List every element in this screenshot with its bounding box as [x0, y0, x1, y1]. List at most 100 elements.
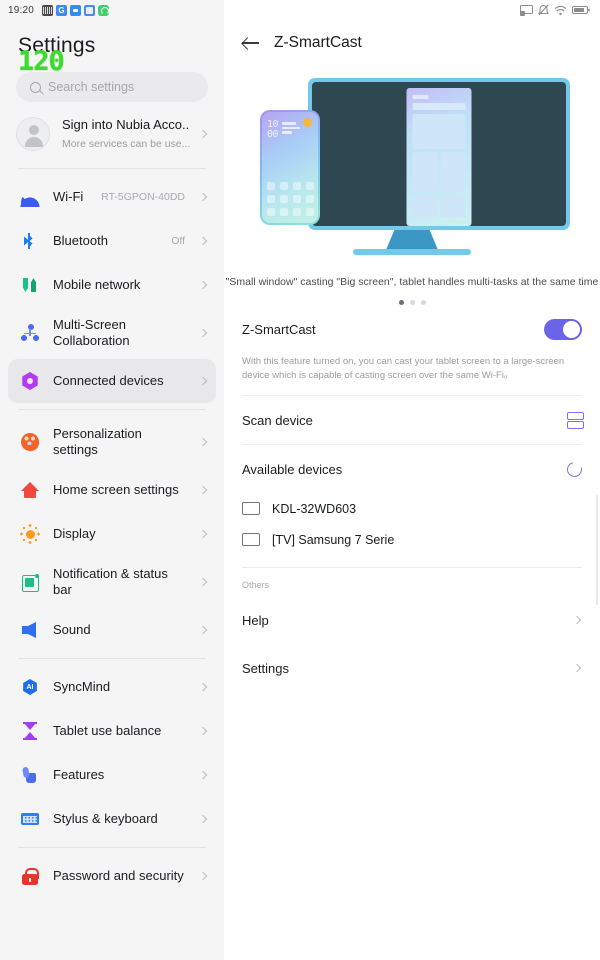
chevron-right-icon	[198, 726, 208, 736]
sidebar-item-label: Mobile network	[53, 277, 141, 292]
palette-icon	[20, 432, 40, 452]
phone-graphic: 10 00	[260, 110, 320, 225]
phone-app	[280, 208, 288, 216]
phone-accent-dot	[303, 118, 312, 127]
phone-line	[282, 131, 292, 134]
phone-clock: 10 00	[267, 119, 279, 140]
status-time: 19:20	[8, 4, 35, 16]
speaker-icon	[20, 620, 40, 640]
sidebar-item-label: Stylus & keyboard	[53, 811, 158, 826]
others-section-label: Others	[242, 580, 270, 590]
monitor-graphic	[308, 78, 570, 230]
sidebar-item-notification-status-bar[interactable]: Notification & status bar	[8, 556, 216, 608]
chevron-right-icon	[572, 615, 582, 625]
refresh-rate-overlay: 120	[18, 46, 65, 77]
account-text: Sign into Nubia Acco.. More services can…	[62, 116, 191, 152]
sidebar-item-personalization-settings[interactable]: Personalization settings	[8, 416, 216, 468]
phone-app	[267, 195, 275, 203]
sidebar-item-wifi[interactable]: Wi-Fi RT-5GPON-40DD	[8, 175, 216, 219]
sidebar-item-value: Off	[171, 235, 185, 247]
chevron-right-icon	[198, 236, 208, 246]
sidebar-item-label: SyncMind	[53, 679, 111, 694]
smartcast-toggle[interactable]	[544, 318, 582, 340]
list-item[interactable]: [TV] Samsung 7 Serie	[242, 524, 582, 555]
search-placeholder: Search settings	[48, 80, 135, 94]
sidebar-item-account[interactable]: Sign into Nubia Acco.. More services can…	[0, 102, 224, 162]
list-item[interactable]: KDL-32WD603	[242, 493, 582, 524]
sidebar-item-mobile-network[interactable]: Mobile network	[8, 263, 216, 307]
syncmind-ai-icon	[20, 677, 40, 697]
status-notification-icons: G	[42, 4, 110, 16]
message-icon	[70, 4, 82, 16]
battery-icon	[572, 6, 590, 14]
settings-row[interactable]: Settings	[242, 644, 582, 692]
chevron-right-icon	[198, 280, 208, 290]
sidebar-item-tablet-use-balance[interactable]: Tablet use balance	[8, 709, 216, 753]
account-subtitle: More services can be use...	[62, 138, 191, 150]
phone-app	[293, 195, 301, 203]
sidebar-item-sound[interactable]: Sound	[8, 608, 216, 652]
vertical-scrollbar[interactable]	[596, 495, 598, 605]
refresh-icon[interactable]	[564, 458, 585, 480]
monitor-screen	[312, 82, 566, 226]
smartcast-description: With this feature turned on, you can cas…	[242, 356, 565, 381]
available-devices-row: Available devices	[242, 445, 585, 493]
chevron-right-icon	[198, 770, 208, 780]
hourglass-icon	[20, 721, 40, 741]
sidebar-item-stylus-keyboard[interactable]: Stylus & keyboard	[8, 797, 216, 841]
cast-card	[412, 152, 438, 192]
sidebar-divider	[18, 658, 206, 659]
sidebar-item-label: Wi-Fi	[53, 189, 84, 204]
sidebar-item-syncmind[interactable]: SyncMind	[8, 665, 216, 709]
carousel-dot[interactable]	[420, 300, 426, 305]
help-row[interactable]: Help	[242, 596, 582, 644]
settings-label: Settings	[242, 660, 289, 676]
chevron-right-icon	[198, 625, 208, 635]
main-panel: Z-SmartCast 10 00 "Small window" casting…	[224, 0, 600, 960]
sidebar-item-label: Display	[53, 526, 96, 541]
cast-card	[412, 195, 438, 217]
scan-device-row[interactable]: Scan device	[242, 396, 584, 444]
main-status-bar	[224, 0, 600, 20]
carousel-dot[interactable]	[409, 300, 415, 305]
cast-card	[440, 195, 466, 217]
sidebar-item-bluetooth[interactable]: Bluetooth Off	[8, 219, 216, 263]
chevron-right-icon	[198, 376, 208, 386]
sidebar-item-label: Home screen settings	[53, 482, 179, 497]
keyboard-icon	[20, 809, 40, 829]
settings-sidebar: 19:20 G Settings 120 Search settings Sig…	[0, 0, 224, 960]
connected-devices-icon	[20, 371, 40, 391]
sidebar-item-label: Notification & status bar	[53, 566, 168, 597]
phone-line	[282, 122, 296, 125]
split-screen-icon[interactable]	[567, 412, 584, 429]
smartcast-label: Z-SmartCast	[242, 321, 316, 337]
back-arrow-icon[interactable]	[242, 36, 260, 50]
phone-line	[282, 126, 300, 129]
illustration-caption: "Small window" casting "Big screen", tab…	[225, 276, 599, 288]
gesture-icon	[20, 765, 40, 785]
phone-app	[267, 182, 275, 190]
tablet-settings-screen: 19:20 G Settings 120 Search settings Sig…	[0, 0, 600, 960]
sidebar-divider	[18, 168, 206, 169]
sidebar-item-password-and-security[interactable]: Password and security	[8, 854, 216, 898]
bluetooth-icon	[20, 231, 40, 251]
smartcast-toggle-row[interactable]: Z-SmartCast	[242, 305, 582, 353]
app-icon	[84, 4, 96, 16]
sidebar-item-features[interactable]: Features	[8, 753, 216, 797]
chevron-right-icon	[198, 577, 208, 587]
notification-icon	[20, 572, 40, 592]
sidebar-item-multi-screen-collaboration[interactable]: Multi-Screen Collaboration	[8, 307, 216, 359]
carousel-dot[interactable]	[398, 300, 404, 305]
mute-icon	[538, 4, 549, 16]
sidebar-item-home-screen-settings[interactable]: Home screen settings	[8, 468, 216, 512]
wifi-icon	[554, 5, 567, 15]
chevron-right-icon	[572, 663, 582, 673]
cast-bar	[412, 103, 466, 110]
cast-icon	[520, 4, 533, 16]
sidebar-item-connected-devices[interactable]: Connected devices	[8, 359, 216, 403]
tv-icon	[242, 532, 260, 547]
chevron-right-icon	[198, 529, 208, 539]
sidebar-item-display[interactable]: Display	[8, 512, 216, 556]
sidebar-title-area: Settings 120	[0, 20, 224, 75]
cast-card	[440, 152, 466, 192]
